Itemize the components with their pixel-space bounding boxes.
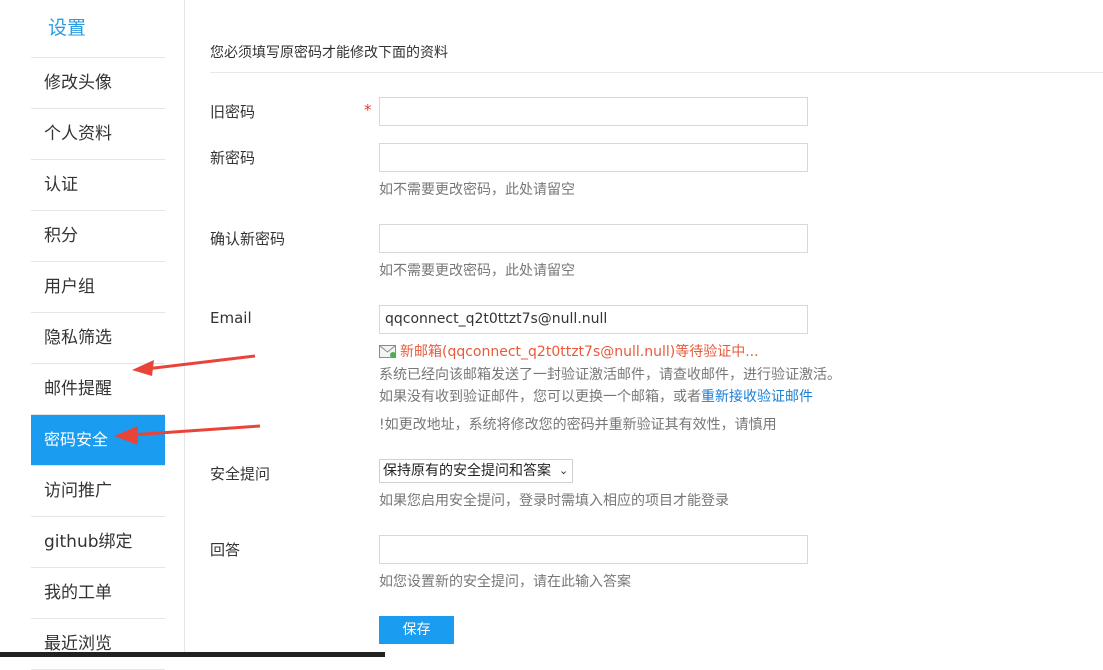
email-pending-status: 新邮箱(qqconnect_q2t0ttzt7s@null.null)等待验证中… [379, 341, 759, 361]
email-resend-prefix: 如果没有收到验证邮件，您可以更换一个邮箱，或者 [379, 389, 701, 405]
email-input[interactable] [379, 305, 808, 334]
security-question-selected: 保持原有的安全提问和答案 [383, 463, 551, 479]
chevron-down-icon: ⌄ [559, 464, 569, 477]
confirm-password-hint: 如不需要更改密码，此处请留空 [379, 263, 575, 279]
sidebar-item-tickets[interactable]: 我的工单 [31, 568, 165, 619]
bottom-scrollbar[interactable] [0, 652, 385, 657]
sidebar-item-password-security[interactable]: 密码安全 [31, 415, 165, 466]
security-question-label: 安全提问 [210, 465, 271, 483]
notice-divider [210, 72, 1103, 73]
sidebar-item-points[interactable]: 积分 [31, 211, 165, 262]
sidebar-divider [184, 0, 185, 657]
answer-label: 回答 [210, 541, 241, 559]
answer-input[interactable] [379, 535, 808, 564]
resend-verification-link[interactable]: 重新接收验证邮件 [701, 389, 813, 405]
security-question-select[interactable]: 保持原有的安全提问和答案 ⌄ [379, 459, 574, 483]
sidebar-item-promotion[interactable]: 访问推广 [31, 466, 165, 517]
sidebar-item-profile[interactable]: 个人资料 [31, 109, 165, 160]
email-change-warning: !如更改地址，系统将修改您的密码并重新验证其有效性，请慎用 [379, 417, 777, 433]
sidebar-item-verification[interactable]: 认证 [31, 160, 165, 211]
sidebar-item-email-reminder[interactable]: 邮件提醒 [31, 364, 165, 415]
new-password-hint: 如不需要更改密码，此处请留空 [379, 182, 575, 198]
mail-icon [379, 344, 396, 358]
sidebar-item-privacy[interactable]: 隐私筛选 [31, 313, 165, 364]
old-password-label: 旧密码 [210, 103, 256, 121]
sidebar-item-recent[interactable]: 最近浏览 [31, 619, 165, 670]
email-resend-line: 如果没有收到验证邮件，您可以更换一个邮箱，或者重新接收验证邮件 [379, 386, 813, 406]
email-pending-text: 新邮箱(qqconnect_q2t0ttzt7s@null.null)等待验证中… [400, 344, 759, 360]
sidebar-item-usergroup[interactable]: 用户组 [31, 262, 165, 313]
new-password-label: 新密码 [210, 149, 256, 167]
password-form: 您必须填写原密码才能修改下面的资料 旧密码 * 新密码 如不需要更改密码，此处请… [210, 0, 1103, 657]
sidebar-title: 设置 [31, 0, 165, 58]
settings-sidebar: 设置 修改头像 个人资料 认证 积分 用户组 隐私筛选 邮件提醒 密码安全 访问… [31, 0, 165, 670]
confirm-password-label: 确认新密码 [210, 230, 286, 248]
confirm-password-input[interactable] [379, 224, 808, 253]
email-sent-text: 系统已经向该邮箱发送了一封验证激活邮件，请查收邮件，进行验证激活。 [379, 367, 841, 383]
form-notice: 您必须填写原密码才能修改下面的资料 [210, 45, 448, 61]
answer-hint: 如您设置新的安全提问，请在此输入答案 [379, 574, 631, 590]
security-question-hint: 如果您启用安全提问，登录时需填入相应的项目才能登录 [379, 493, 729, 509]
sidebar-item-avatar[interactable]: 修改头像 [31, 58, 165, 109]
required-mark: * [364, 101, 372, 119]
new-password-input[interactable] [379, 143, 808, 172]
save-button[interactable]: 保存 [379, 616, 454, 644]
email-label: Email [210, 309, 252, 327]
sidebar-item-github[interactable]: github绑定 [31, 517, 165, 568]
old-password-input[interactable] [379, 97, 808, 126]
